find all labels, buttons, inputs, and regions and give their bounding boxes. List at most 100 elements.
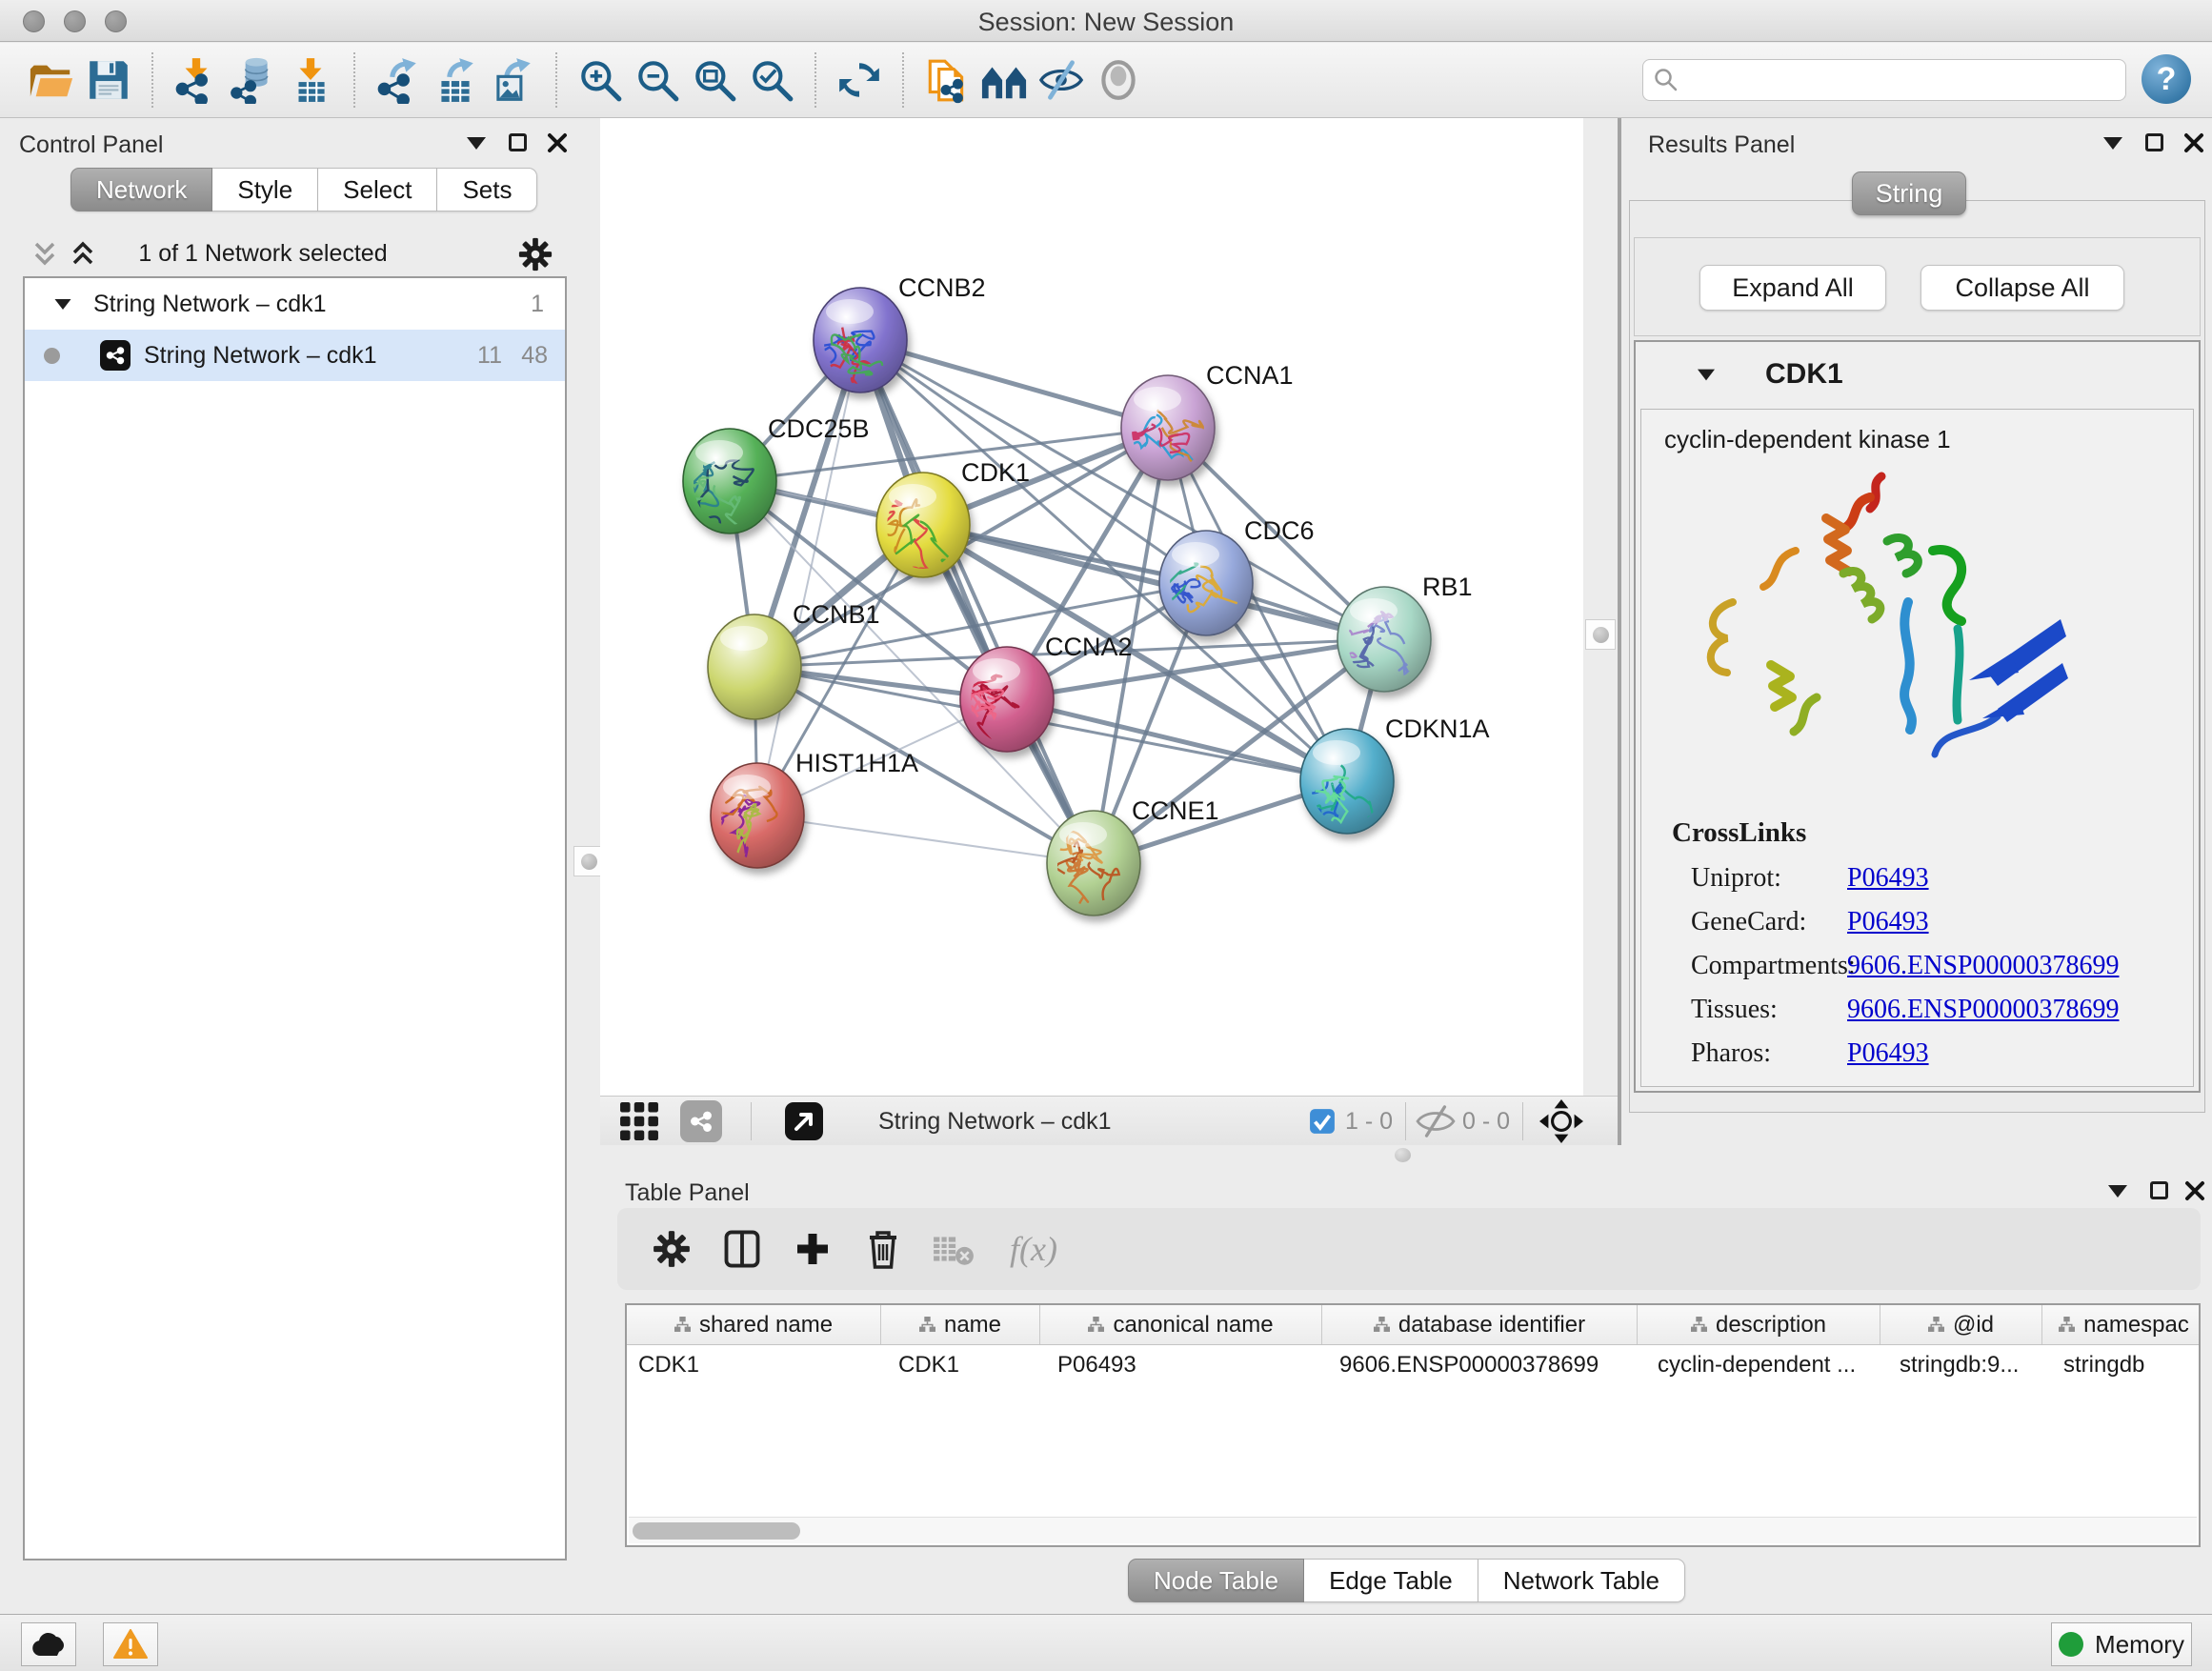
network-row-selected[interactable]: String Network – cdk1 11 48 <box>25 330 565 381</box>
birdseye-view-icon[interactable] <box>783 1097 825 1146</box>
search-input[interactable] <box>1679 67 2099 93</box>
control-panel-float-icon[interactable] <box>509 133 527 151</box>
collection-collapse-icon[interactable] <box>55 298 71 309</box>
table-cell[interactable]: cyclin-dependent ... <box>1638 1345 1880 1385</box>
table-splitter-handle[interactable] <box>1395 1148 1411 1162</box>
first-neighbors-icon[interactable] <box>975 51 1033 109</box>
table-panel-close-icon[interactable] <box>2184 1180 2205 1206</box>
expand-all-button[interactable]: Expand All <box>1699 265 1886 311</box>
table-cell[interactable]: 9606.ENSP00000378699 <box>1322 1345 1638 1385</box>
column-header-namespac[interactable]: namespac <box>2042 1305 2201 1344</box>
table-cell[interactable]: stringdb <box>2042 1345 2201 1385</box>
table-cell[interactable]: P06493 <box>1040 1345 1322 1385</box>
results-panel-close-icon[interactable] <box>2183 132 2204 158</box>
cloud-status-button[interactable] <box>21 1622 76 1666</box>
node-CCNA1[interactable]: CCNA1 <box>1120 361 1293 489</box>
column-header-canonical-name[interactable]: canonical name <box>1040 1305 1322 1344</box>
hide-selected-icon[interactable] <box>1033 51 1090 109</box>
table-hscrollbar[interactable] <box>629 1517 2197 1543</box>
selected-checkbox-icon[interactable] <box>1309 1097 1336 1146</box>
right-splitter-handle[interactable] <box>1585 619 1616 650</box>
results-panel-float-icon[interactable] <box>2145 133 2163 151</box>
grid-view-icon[interactable] <box>619 1097 659 1146</box>
crosslink-link[interactable]: 9606.ENSP00000378699 <box>1847 995 2119 1025</box>
edge-CCNB2-CCNE1[interactable] <box>860 340 1094 863</box>
results-panel-divider[interactable] <box>1618 118 1621 1145</box>
network-current-dot-icon <box>44 348 60 364</box>
table-cell[interactable]: CDK1 <box>627 1345 881 1385</box>
save-session-icon[interactable] <box>80 51 137 109</box>
edge-CCNB2-CCNA1[interactable] <box>860 340 1168 428</box>
column-header-description[interactable]: description <box>1638 1305 1880 1344</box>
edge-CCNB2-HIST1H1A[interactable] <box>757 340 860 815</box>
column-header-@id[interactable]: @id <box>1880 1305 2042 1344</box>
control-panel-close-icon[interactable] <box>547 132 568 158</box>
help-button[interactable]: ? <box>2142 54 2191 104</box>
table-cell[interactable]: CDK1 <box>881 1345 1040 1385</box>
node-CCNB1[interactable]: CCNB1 <box>708 600 880 719</box>
collapse-all-button[interactable]: Collapse All <box>1920 265 2124 311</box>
column-header-database-identifier[interactable]: database identifier <box>1322 1305 1638 1344</box>
warnings-button[interactable] <box>103 1622 158 1666</box>
results-panel-collapse-icon[interactable] <box>2103 137 2122 150</box>
tab-network-table[interactable]: Network Table <box>1478 1559 1685 1602</box>
tab-style[interactable]: Style <box>212 168 318 211</box>
memory-button[interactable]: Memory <box>2051 1622 2192 1666</box>
table-options-gear-icon[interactable] <box>644 1221 699 1277</box>
tab-network[interactable]: Network <box>70 168 212 211</box>
node-label-CCNB2: CCNB2 <box>898 273 986 302</box>
tab-string[interactable]: String <box>1852 171 1966 215</box>
network-options-gear-icon[interactable] <box>517 236 553 277</box>
open-session-icon[interactable] <box>23 51 80 109</box>
node-table[interactable]: shared namenamecanonical namedatabase id… <box>625 1303 2201 1547</box>
function-builder-icon[interactable]: f(x) <box>1010 1221 1057 1277</box>
import-database-icon[interactable] <box>225 51 282 109</box>
node-CDC6[interactable]: CDC6 <box>1142 516 1315 674</box>
node-HIST1H1A[interactable]: HIST1H1A <box>711 749 918 874</box>
edge-HIST1H1A-CCNE1[interactable] <box>757 815 1094 863</box>
delete-table-icon[interactable] <box>926 1221 981 1277</box>
crosslink-link[interactable]: P06493 <box>1847 907 1929 937</box>
fit-content-crosshair-icon[interactable] <box>1539 1097 1583 1146</box>
node-result-collapse-icon[interactable] <box>1698 369 1715 380</box>
string-view-icon[interactable] <box>680 1097 722 1146</box>
node-CDKN1A[interactable]: CDKN1A <box>1294 715 1490 864</box>
tab-sets[interactable]: Sets <box>437 168 537 211</box>
clone-network-icon[interactable] <box>918 51 975 109</box>
zoom-in-icon[interactable] <box>572 51 629 109</box>
node-RB1[interactable]: RB1 <box>1337 573 1473 712</box>
network-graph[interactable]: CCNB2CCNA1CDC25BCDK1CDC6RB1CCNB1CCNA2CDK… <box>600 118 1583 1096</box>
crosslink-link[interactable]: P06493 <box>1847 863 1929 894</box>
search-field[interactable] <box>1642 59 2126 101</box>
tab-edge-table[interactable]: Edge Table <box>1304 1559 1478 1602</box>
network-collection-row[interactable]: String Network – cdk1 1 <box>25 278 565 330</box>
node-result-header[interactable]: CDK1 <box>1636 342 2199 407</box>
delete-column-icon[interactable] <box>855 1221 911 1277</box>
export-table-icon[interactable] <box>427 51 484 109</box>
zoom-selected-icon[interactable] <box>743 51 800 109</box>
crosslink-link[interactable]: P06493 <box>1847 1038 1929 1069</box>
control-panel-collapse-icon[interactable] <box>467 137 486 150</box>
zoom-out-icon[interactable] <box>629 51 686 109</box>
column-header-name[interactable]: name <box>881 1305 1040 1344</box>
table-panel-float-icon[interactable] <box>2150 1181 2168 1199</box>
export-image-icon[interactable] <box>484 51 541 109</box>
refresh-network-icon[interactable] <box>831 51 888 109</box>
zoom-fit-icon[interactable] <box>686 51 743 109</box>
import-network-icon[interactable] <box>168 51 225 109</box>
hidden-eye-icon[interactable] <box>1416 1097 1456 1146</box>
table-hscrollbar-thumb[interactable] <box>633 1522 800 1540</box>
table-cell[interactable]: stringdb:9... <box>1880 1345 2042 1385</box>
crosslink-link[interactable]: 9606.ENSP00000378699 <box>1847 951 2119 981</box>
column-header-shared-name[interactable]: shared name <box>627 1305 881 1344</box>
import-table-icon[interactable] <box>282 51 339 109</box>
add-column-icon[interactable] <box>785 1221 840 1277</box>
show-columns-icon[interactable] <box>714 1221 770 1277</box>
table-row[interactable]: CDK1CDK1P064939606.ENSP00000378699cyclin… <box>627 1345 2199 1385</box>
show-all-icon[interactable] <box>1090 51 1147 109</box>
export-network-icon[interactable] <box>370 51 427 109</box>
table-panel-collapse-icon[interactable] <box>2108 1185 2127 1198</box>
tab-node-table[interactable]: Node Table <box>1128 1559 1304 1602</box>
tab-select[interactable]: Select <box>318 168 437 211</box>
node-CDC25B[interactable]: CDC25B <box>672 414 870 536</box>
